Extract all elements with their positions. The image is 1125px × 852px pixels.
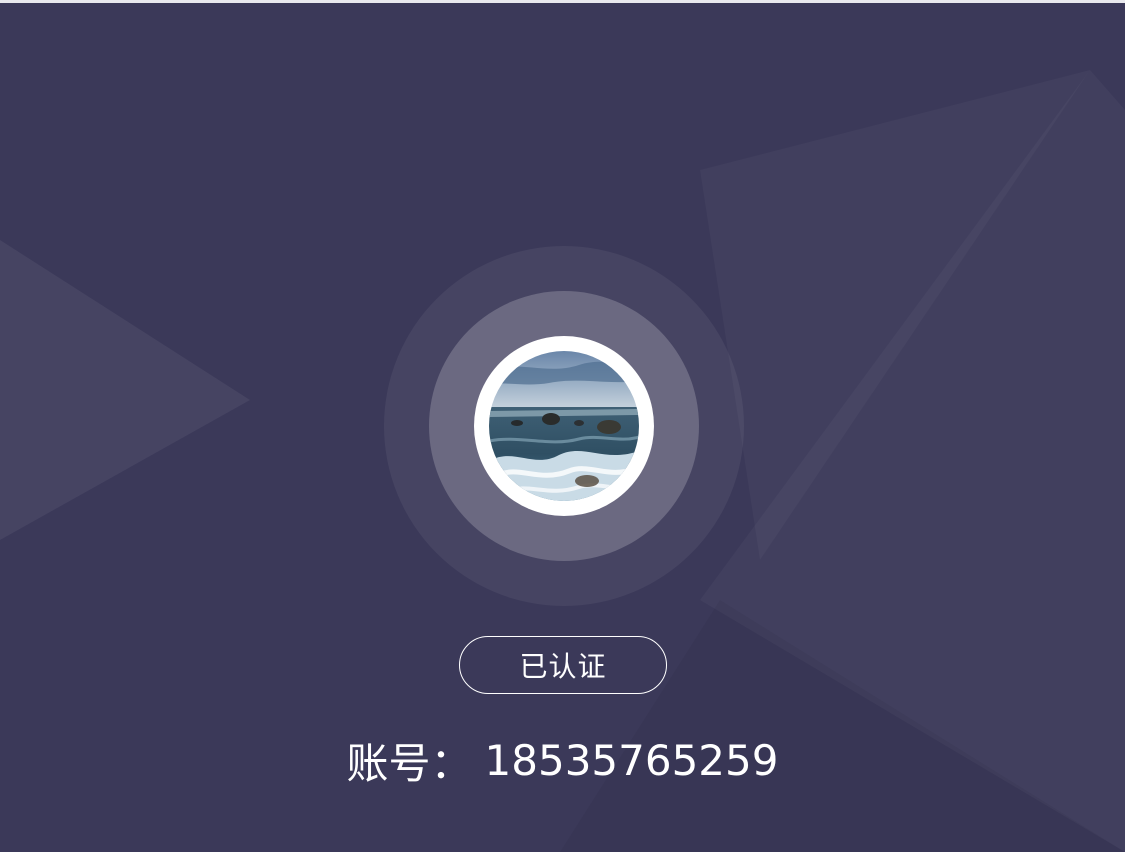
account-info: 账号： 18535765259 [0,734,1125,788]
verified-label: 已认证 [519,650,607,683]
avatar-seascape-photo [489,351,639,501]
avatar[interactable] [489,351,639,501]
avatar-ring[interactable] [474,336,654,516]
verified-badge: 已认证 [459,636,667,694]
account-profile-screen: 已认证 账号： 18535765259 [0,0,1125,852]
account-number: 18535765259 [484,735,779,785]
avatar-section [384,246,744,606]
account-label: 账号： [346,738,473,788]
